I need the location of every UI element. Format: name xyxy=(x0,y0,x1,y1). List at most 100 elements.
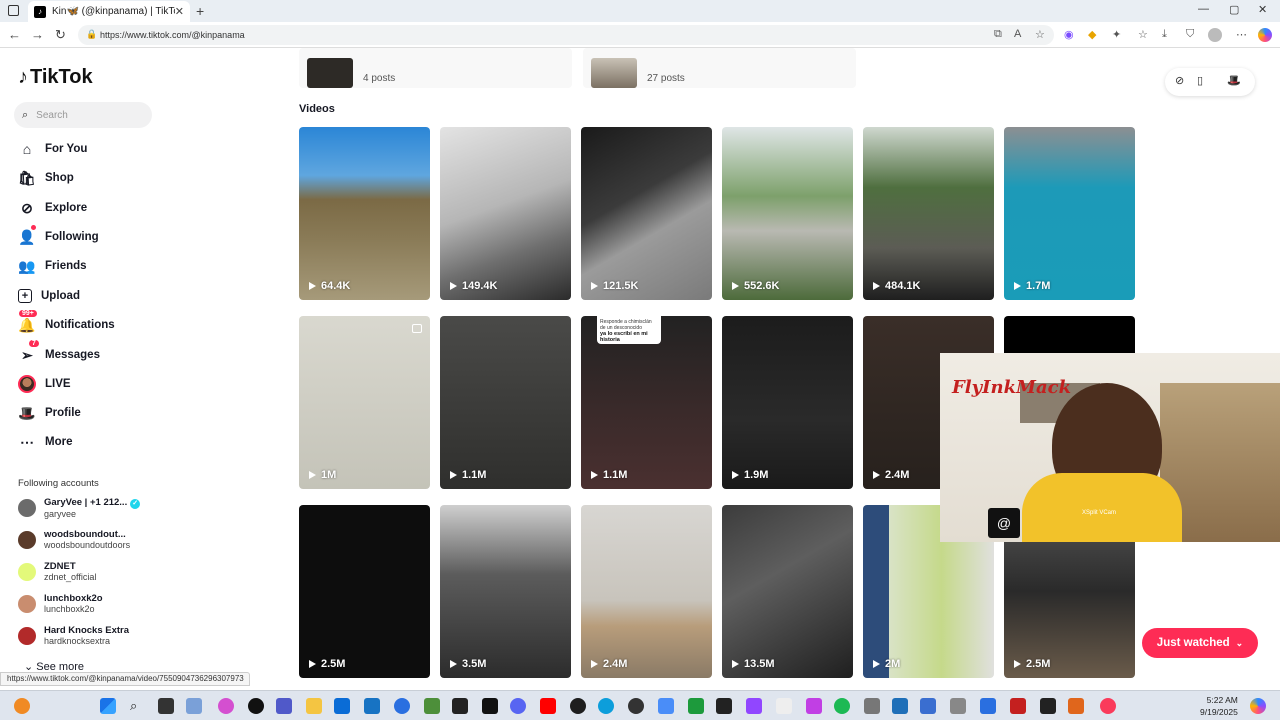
calculator-icon[interactable] xyxy=(864,698,880,714)
video-thumbnail[interactable]: Responde a chimisclán de un desconocido … xyxy=(581,316,712,489)
app-icon[interactable] xyxy=(394,698,410,714)
weather-icon[interactable] xyxy=(14,698,30,714)
video-thumbnail[interactable]: 484.1K xyxy=(863,127,994,300)
new-tab-icon[interactable]: + xyxy=(196,3,204,19)
app-icon[interactable] xyxy=(950,698,966,714)
nav-for-you[interactable]: ⌂ For You xyxy=(18,138,88,160)
nav-following[interactable]: 👤 Following xyxy=(18,225,99,248)
app-icon[interactable] xyxy=(482,698,498,714)
video-thumbnail[interactable]: 1.9M xyxy=(722,316,853,489)
task-view-icon[interactable] xyxy=(158,698,174,714)
app-icon[interactable] xyxy=(920,698,936,714)
playlist-card[interactable]: 27 posts xyxy=(583,48,856,88)
close-window-icon[interactable]: ✕ xyxy=(1258,3,1267,16)
favorite-star-icon[interactable]: ☆ xyxy=(1035,28,1045,41)
app-icon[interactable] xyxy=(980,698,996,714)
open-in-app-icon[interactable]: ⧉ xyxy=(994,28,1002,41)
back-icon[interactable]: ← xyxy=(8,27,21,42)
youtube-icon[interactable] xyxy=(540,698,556,714)
forward-icon[interactable]: → xyxy=(31,27,44,42)
twitch-icon[interactable] xyxy=(746,698,762,714)
nav-shop[interactable]: 🛍 Shop xyxy=(18,167,74,189)
following-account[interactable]: Hard Knocks Extra hardknocksextra xyxy=(18,622,129,650)
video-thumbnail[interactable]: 3.5M xyxy=(440,505,571,678)
video-thumbnail[interactable]: 64.4K xyxy=(299,127,430,300)
tiktok-logo[interactable]: ♪ TikTok xyxy=(18,66,93,89)
video-thumbnail[interactable]: 552.6K xyxy=(722,127,853,300)
following-account[interactable]: GaryVee | +1 212... ✓ garyvee xyxy=(18,494,141,522)
video-thumbnail[interactable]: 2.4M xyxy=(581,505,712,678)
app-icon[interactable] xyxy=(1010,698,1026,714)
browser-essentials-icon[interactable]: ⛉ xyxy=(1186,28,1194,41)
following-account[interactable]: woodsboundout... woodsboundoutdoors xyxy=(18,526,130,554)
discord-icon[interactable] xyxy=(510,698,526,714)
app-icon[interactable] xyxy=(186,698,202,714)
tab-actions-icon[interactable] xyxy=(8,5,19,16)
following-account[interactable]: ZDNET zdnet_official xyxy=(18,558,96,586)
4k-icon[interactable] xyxy=(716,698,732,714)
nav-friends[interactable]: 👥 Friends xyxy=(18,255,86,277)
compass-icon[interactable]: ⊘ xyxy=(1175,74,1184,87)
nav-notifications[interactable]: 🔔 99+ Notifications xyxy=(18,310,115,336)
app-icon[interactable] xyxy=(452,698,468,714)
following-account[interactable]: lunchboxk2o lunchboxk2o xyxy=(18,590,103,618)
edge-icon[interactable] xyxy=(598,698,614,714)
nav-more[interactable]: ⋯ More xyxy=(18,431,72,453)
profile-avatar-icon[interactable] xyxy=(1208,28,1222,42)
copilot-app-icon[interactable] xyxy=(218,698,234,714)
translate-icon[interactable]: A xyxy=(1014,28,1021,40)
store-icon[interactable] xyxy=(334,698,350,714)
downloads-icon[interactable]: ⤓ xyxy=(1162,28,1167,41)
settings-more-icon[interactable]: ⋯ xyxy=(1236,28,1247,41)
refresh-icon[interactable]: ↻ xyxy=(55,27,66,43)
video-thumbnail[interactable]: 149.4K xyxy=(440,127,571,300)
spotify-icon[interactable] xyxy=(834,698,850,714)
start-icon[interactable] xyxy=(100,698,116,714)
extensions-puzzle-icon[interactable]: ✦ xyxy=(1112,28,1121,41)
nav-upload[interactable]: + Upload xyxy=(18,285,80,307)
app-icon[interactable] xyxy=(776,698,792,714)
app-icon[interactable] xyxy=(806,698,822,714)
app-icon[interactable] xyxy=(892,698,908,714)
teams-icon[interactable] xyxy=(276,698,292,714)
app-icon[interactable] xyxy=(1068,698,1084,714)
profile-avatar-icon[interactable]: 🎩 xyxy=(1227,74,1241,87)
nav-profile[interactable]: 🎩 Profile xyxy=(18,402,81,424)
just-watched-button[interactable]: Just watched ⌄ xyxy=(1142,628,1258,658)
search-input[interactable]: ⌕ Search xyxy=(14,102,152,128)
close-tab-icon[interactable]: ✕ xyxy=(175,5,184,18)
video-thumbnail[interactable]: 1M xyxy=(299,316,430,489)
maximize-icon[interactable]: ▢ xyxy=(1229,3,1239,16)
extension-2-icon[interactable]: ◆ xyxy=(1088,28,1096,41)
system-clock[interactable]: 5:22 AM 9/19/2025 xyxy=(1200,694,1238,718)
extension-icon[interactable]: ◉ xyxy=(1064,28,1074,41)
favorites-icon[interactable]: ☆ xyxy=(1138,28,1148,41)
nav-messages[interactable]: ➢ 7 Messages xyxy=(18,340,100,366)
video-thumbnail[interactable]: 13.5M xyxy=(722,505,853,678)
copilot-icon[interactable] xyxy=(1258,28,1272,42)
url-field[interactable]: 🔒 https://www.tiktok.com/@kinpanama xyxy=(78,25,1054,45)
browser-tab[interactable]: ♪ Kin🦋 (@kinpanama) | TikTok ✕ xyxy=(28,1,190,22)
app-icon[interactable] xyxy=(688,698,704,714)
video-thumbnail[interactable]: 1.1M xyxy=(440,316,571,489)
app-icon[interactable] xyxy=(424,698,440,714)
app-icon[interactable] xyxy=(628,698,644,714)
mail-icon[interactable] xyxy=(364,698,380,714)
video-thumbnail[interactable]: 2.5M xyxy=(299,505,430,678)
video-thumbnail[interactable]: 121.5K xyxy=(581,127,712,300)
gemini-icon[interactable] xyxy=(658,698,674,714)
minimize-icon[interactable]: — xyxy=(1198,3,1209,15)
playlist-card[interactable]: 4 posts xyxy=(299,48,572,88)
terminal-icon[interactable] xyxy=(1040,698,1056,714)
copilot-icon[interactable] xyxy=(1250,698,1266,714)
nav-explore[interactable]: ⊘ Explore xyxy=(18,197,87,219)
chatgpt-icon[interactable] xyxy=(248,698,264,714)
search-icon[interactable]: ⌕ xyxy=(130,698,146,714)
file-explorer-icon[interactable] xyxy=(306,698,322,714)
nav-live[interactable]: LIVE xyxy=(18,373,71,395)
video-thumbnail[interactable]: 1.7M xyxy=(1004,127,1135,300)
itunes-icon[interactable] xyxy=(1100,698,1116,714)
device-icon[interactable]: ▯ xyxy=(1197,74,1203,87)
app-icon[interactable] xyxy=(570,698,586,714)
site-info-icon[interactable]: 🔒 xyxy=(86,29,97,40)
